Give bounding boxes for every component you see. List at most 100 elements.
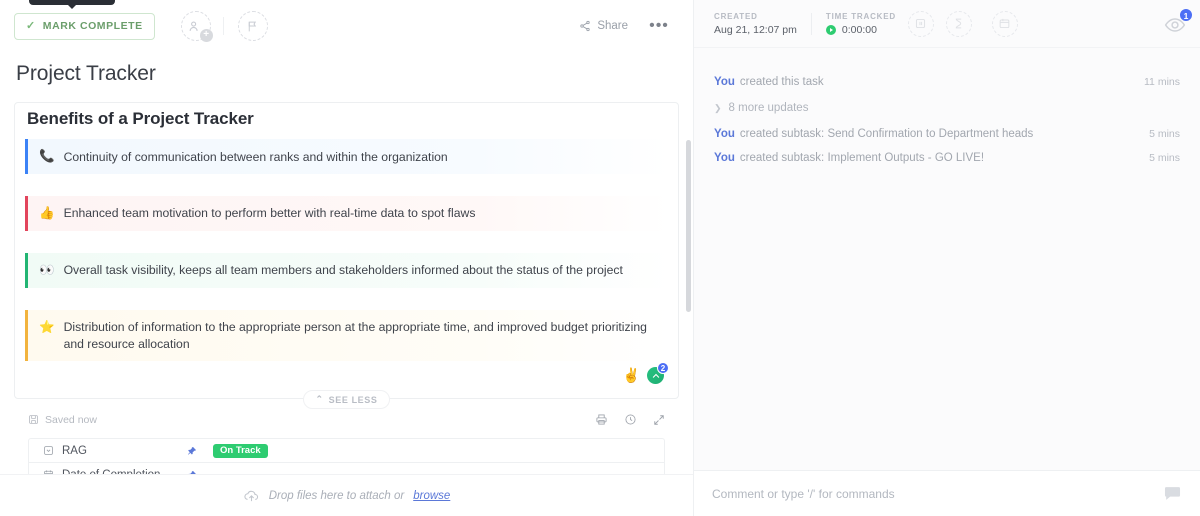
share-button[interactable]: Share xyxy=(570,13,637,39)
callout-block[interactable]: 👀 Overall task visibility, keeps all tea… xyxy=(25,252,670,288)
more-updates-toggle[interactable]: ❯ 8 more updates xyxy=(714,94,1180,122)
activity-item[interactable]: You created this task 11 mins xyxy=(714,70,1180,94)
mark-complete-button[interactable]: ✓ MARK COMPLETE xyxy=(14,12,155,40)
eyes-emoji: 👀 xyxy=(39,262,55,277)
created-label: CREATED xyxy=(714,11,758,21)
see-less-wrap: ⌃ SEE LESS xyxy=(15,390,678,410)
cloud-upload-icon xyxy=(244,490,258,502)
time-estimate-icon xyxy=(916,18,926,29)
activity-time: 5 mins xyxy=(1149,128,1180,140)
drop-files-text: Drop files here to attach or xyxy=(268,489,405,502)
plus-badge: + xyxy=(199,29,213,42)
callout-text: Distribution of information to the appro… xyxy=(63,320,647,351)
task-detail-view: ✓ MARK COMPLETE + Share ••• Project Trac… xyxy=(0,0,1200,516)
telephone-emoji: 📞 xyxy=(39,149,55,163)
field-name: RAG xyxy=(29,445,179,457)
reaction-bar: ✌️ 2 xyxy=(15,361,678,385)
callout-block[interactable]: 📞 Continuity of communication between ra… xyxy=(25,139,670,174)
timer-button[interactable] xyxy=(945,10,972,37)
header-divider xyxy=(810,12,812,35)
more-options-button[interactable]: ••• xyxy=(645,13,673,39)
chevron-right-icon: ❯ xyxy=(714,102,722,113)
play-timer-icon[interactable] xyxy=(825,24,836,35)
history-icon[interactable] xyxy=(624,413,637,426)
comment-input[interactable] xyxy=(712,486,1163,501)
watchers-count-badge: 1 xyxy=(1179,8,1193,22)
callout-text: Continuity of communication between rank… xyxy=(63,149,448,164)
callout-text: Enhanced team motivation to perform bett… xyxy=(63,206,476,221)
callout-block[interactable]: ⭐ Distribution of information to the app… xyxy=(25,309,670,362)
saved-label: Saved now xyxy=(45,413,97,426)
more-updates-label: 8 more updates xyxy=(728,102,809,114)
reaction-count: 2 xyxy=(657,362,669,375)
toolbar-divider xyxy=(222,17,224,35)
priority-flag-button[interactable] xyxy=(237,11,268,41)
task-main-pane: ✓ MARK COMPLETE + Share ••• Project Trac… xyxy=(0,0,693,516)
more-options-icon: ••• xyxy=(649,17,669,34)
flag-icon xyxy=(248,21,257,31)
share-icon xyxy=(580,20,590,32)
activity-item[interactable]: You created subtask: Implement Outputs -… xyxy=(714,146,1180,170)
created-value: Aug 21, 12:07 pm xyxy=(714,23,797,36)
activity-time: 5 mins xyxy=(1149,152,1180,164)
header-icon-group xyxy=(907,10,1018,37)
activity-pane: CREATED Aug 21, 12:07 pm TIME TRACKED 0:… xyxy=(693,0,1200,516)
callout-block[interactable]: 👍 Enhanced team motivation to perform be… xyxy=(25,195,670,231)
watchers-button[interactable]: 1 xyxy=(1164,8,1193,36)
created-meta: CREATED Aug 21, 12:07 pm xyxy=(714,12,797,36)
calendar-button[interactable] xyxy=(991,10,1018,37)
time-tracked-value: 0:00:00 xyxy=(841,23,877,36)
task-toolbar: ✓ MARK COMPLETE + Share ••• xyxy=(0,0,693,52)
time-tracked-value-wrap: 0:00:00 xyxy=(825,23,896,36)
task-body: Project Tracker Benefits of a Project Tr… xyxy=(0,52,693,488)
status-badge: On Track xyxy=(213,443,268,459)
activity-pane-header: CREATED Aug 21, 12:07 pm TIME TRACKED 0:… xyxy=(694,0,1200,48)
activity-text: created this task xyxy=(739,76,824,88)
mark-complete-tooltip xyxy=(29,0,115,5)
mark-complete-label: MARK COMPLETE xyxy=(42,20,143,32)
chevron-up-icon: ⌃ xyxy=(315,394,324,405)
share-label: Share xyxy=(597,20,628,32)
comment-bar xyxy=(694,470,1200,516)
expand-icon[interactable] xyxy=(653,414,665,426)
star-emoji: ⭐ xyxy=(39,319,55,334)
activity-time: 11 mins xyxy=(1144,76,1180,88)
description-card: Benefits of a Project Tracker 📞 Continui… xyxy=(14,102,679,410)
chat-bubble-icon[interactable] xyxy=(1163,484,1182,503)
description-heading: Benefits of a Project Tracker xyxy=(27,109,254,128)
field-label: RAG xyxy=(62,444,87,457)
save-icon xyxy=(29,415,38,425)
field-value[interactable]: On Track xyxy=(205,443,268,459)
time-tracked-label: TIME TRACKED xyxy=(825,11,896,21)
raised-hand-emoji[interactable]: ✌️ xyxy=(623,367,640,384)
time-estimate-button[interactable] xyxy=(907,10,934,37)
activity-item[interactable]: You created subtask: Send Confirmation t… xyxy=(714,122,1180,146)
task-title[interactable]: Project Tracker xyxy=(14,60,679,92)
timer-icon xyxy=(956,18,962,29)
print-icon[interactable] xyxy=(595,413,608,426)
pin-icon xyxy=(188,446,196,455)
main-scrollbar[interactable] xyxy=(686,140,691,312)
clickup-reaction[interactable]: 2 xyxy=(647,362,669,385)
see-less-label: SEE LESS xyxy=(328,394,378,405)
assignee-add-button[interactable]: + xyxy=(180,11,213,42)
see-less-button[interactable]: ⌃ SEE LESS xyxy=(302,390,391,410)
browse-link[interactable]: browse xyxy=(413,490,450,502)
pin-field-button[interactable] xyxy=(179,446,205,456)
activity-actor: You xyxy=(714,128,735,140)
activity-feed: You created this task 11 mins ❯ 8 more u… xyxy=(694,48,1200,170)
activity-actor: You xyxy=(714,76,735,88)
check-icon: ✓ xyxy=(26,19,36,32)
activity-text: created subtask: Send Confirmation to De… xyxy=(739,128,1034,140)
saved-status: Saved now xyxy=(28,414,97,426)
activity-actor: You xyxy=(714,152,735,164)
callout-text: Overall task visibility, keeps all team … xyxy=(63,263,623,278)
drop-files-zone[interactable]: Drop files here to attach or browse xyxy=(0,474,693,516)
table-row[interactable]: RAG On Track xyxy=(29,439,664,464)
dropdown-field-icon xyxy=(43,445,54,456)
calendar-icon xyxy=(1000,18,1010,29)
time-tracked-meta[interactable]: TIME TRACKED 0:00:00 xyxy=(825,11,896,36)
activity-text: created subtask: Implement Outputs - GO … xyxy=(739,152,985,164)
saved-bar-icons xyxy=(595,413,665,426)
thumbs-up-emoji: 👍 xyxy=(39,205,55,220)
